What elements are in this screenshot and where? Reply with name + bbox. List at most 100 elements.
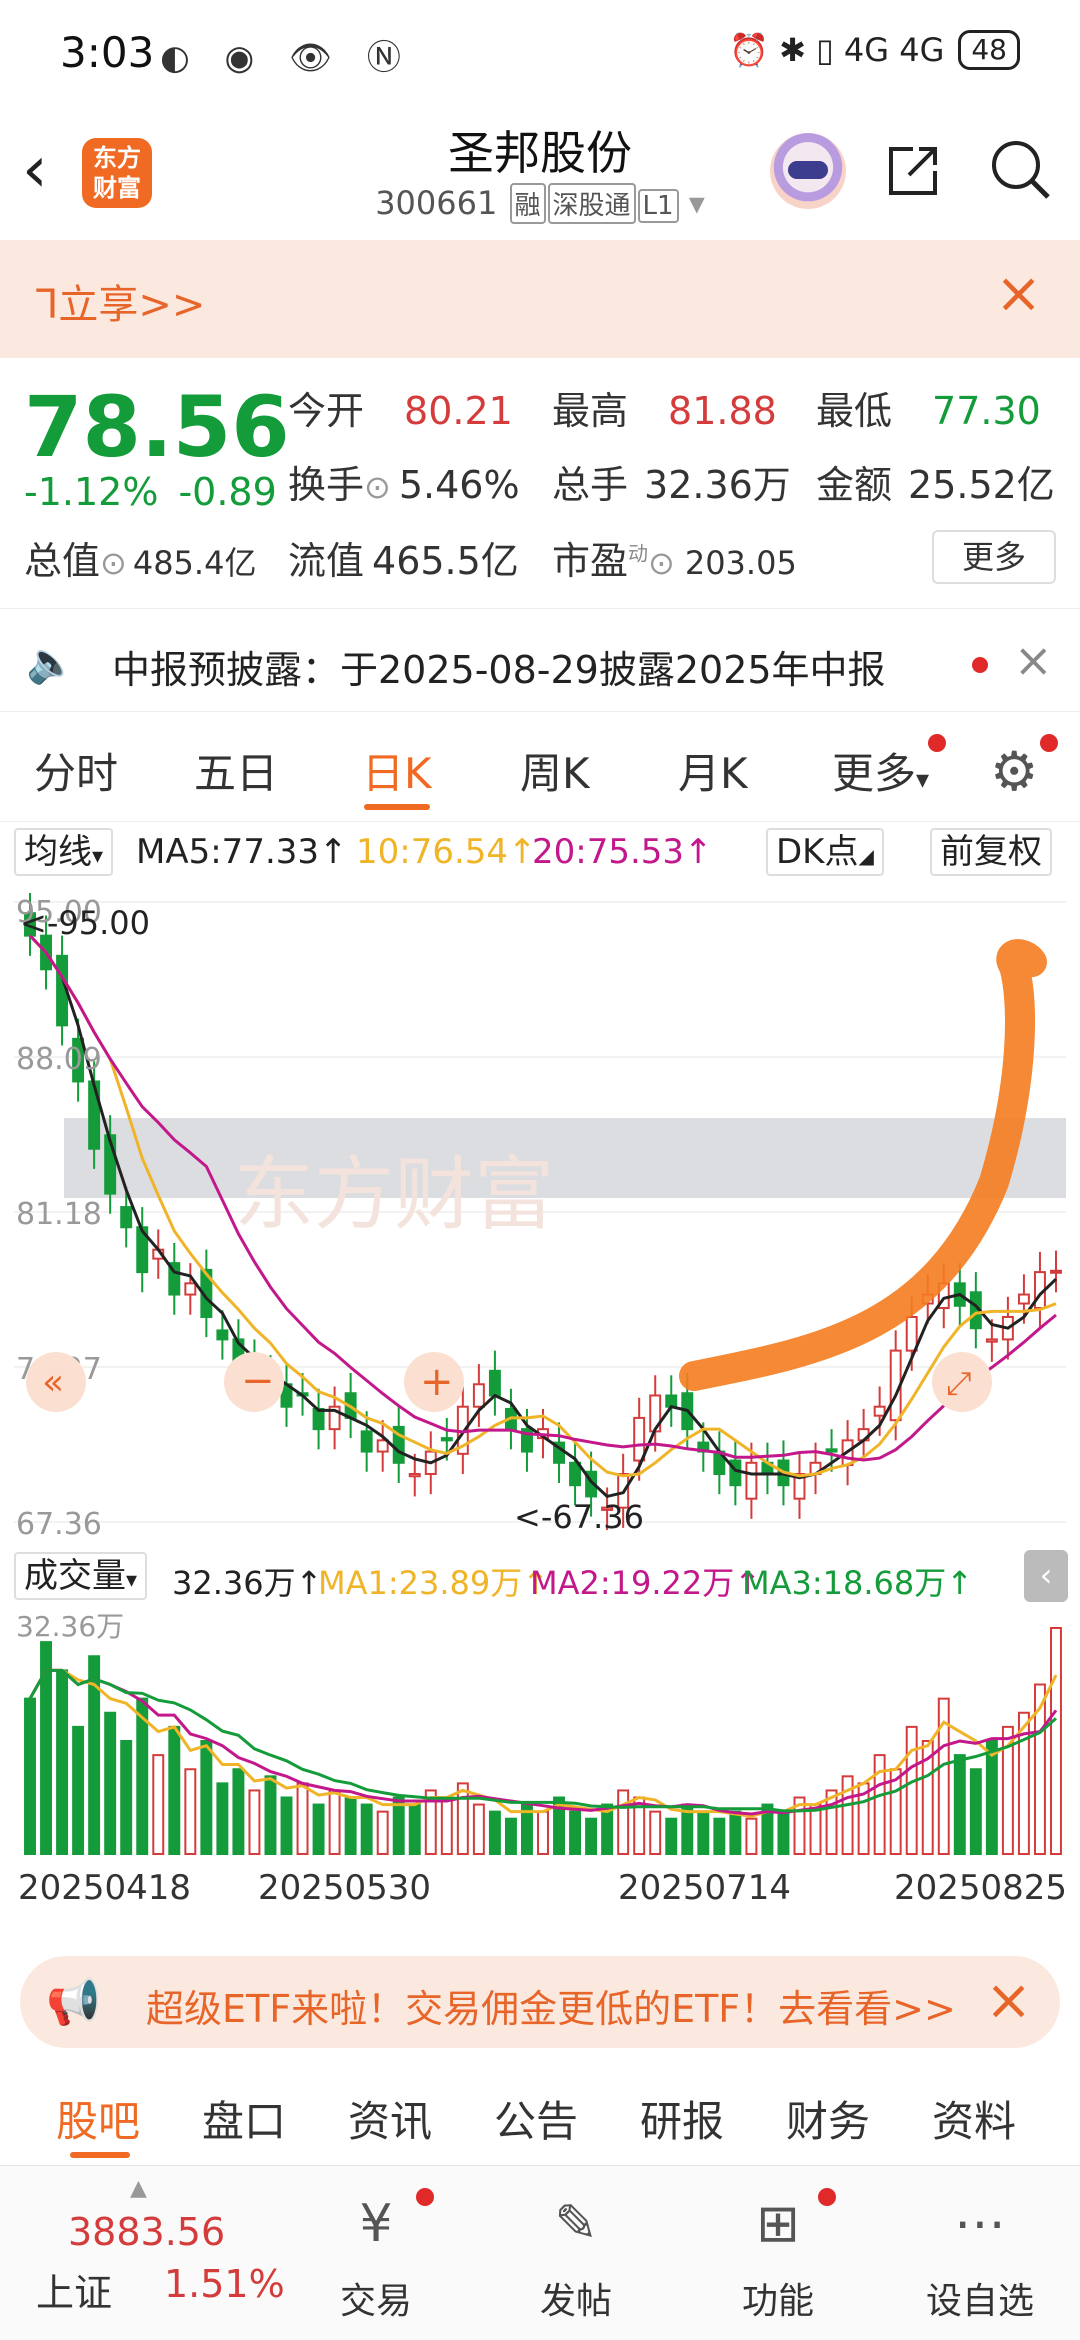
indicator-selector[interactable]: 成交量▾ xyxy=(14,1552,148,1600)
unread-dot xyxy=(972,657,988,673)
tab-more-dot xyxy=(928,734,946,752)
gear-icon[interactable]: ⚙ xyxy=(990,740,1038,803)
volume-chart[interactable]: 32.36万 xyxy=(14,1604,1066,1860)
volume-bar xyxy=(456,1782,469,1855)
pe-sup: 动 xyxy=(628,541,649,566)
close-icon[interactable]: × xyxy=(995,264,1042,324)
close-icon[interactable]: × xyxy=(1014,633,1053,687)
etf-ad-banner[interactable]: 📢 超级ETF来啦！交易佣金更低的ETF！去看看>> × xyxy=(20,1956,1060,2048)
more-quote-button[interactable]: 更多 xyxy=(932,530,1056,584)
tab-weekly-k[interactable]: 周K xyxy=(520,740,590,801)
volume-bar xyxy=(953,1754,966,1855)
subnav-research[interactable]: 研报 xyxy=(640,2088,724,2149)
high-field: 最高 81.88 xyxy=(552,380,777,435)
candle xyxy=(408,1472,421,1478)
subnav-news[interactable]: 资讯 xyxy=(348,2088,432,2149)
ma-selector[interactable]: 均线▾ xyxy=(14,828,114,876)
candle xyxy=(665,1394,678,1408)
open-label: 今开 xyxy=(288,389,365,433)
nav-trade[interactable]: ¥ 交易 xyxy=(296,2194,456,2324)
volume-ma1-line xyxy=(28,1668,1058,1818)
volume-label: 总手 xyxy=(552,463,629,507)
float-field: 流值 465.5亿 xyxy=(288,530,519,585)
volume-bar xyxy=(168,1725,181,1855)
volume-bar xyxy=(312,1803,325,1855)
gear-dot xyxy=(1040,734,1058,752)
nav-post[interactable]: ✎ 发帖 xyxy=(496,2194,656,2324)
back-icon[interactable]: ‹ xyxy=(22,135,82,205)
candle xyxy=(88,1080,101,1150)
tab-intraday[interactable]: 分时 xyxy=(34,740,118,801)
notice-bar[interactable]: 🔈 中报预披露：于2025-08-29披露2025年中报 × xyxy=(0,608,1080,712)
functions-dot xyxy=(818,2188,836,2206)
tab-five-day[interactable]: 五日 xyxy=(194,740,278,801)
candle xyxy=(120,1206,133,1229)
nav-functions[interactable]: ⊞ 功能 xyxy=(698,2194,858,2324)
subnav-announcements[interactable]: 公告 xyxy=(494,2088,578,2149)
quote-panel: 78.56 -1.12% -0.89 今开 80.21 最高 81.88 最低 77.3… xyxy=(0,358,1080,606)
volume-bar xyxy=(1050,1627,1062,1855)
volume-bar xyxy=(24,1697,36,1855)
turnover-value: 5.46% xyxy=(398,463,520,507)
mcap-field: 总值⊙ 485.4亿 xyxy=(24,539,257,583)
volume-ma2: MA2:19.22万↑ xyxy=(530,1564,762,1602)
volume-bar xyxy=(745,1817,758,1855)
volume-field: 总手 32.36万 xyxy=(552,454,791,509)
volume-bar xyxy=(697,1810,710,1855)
candle xyxy=(985,1338,998,1343)
tab-underline xyxy=(364,804,430,810)
float-value: 465.5亿 xyxy=(372,539,519,583)
more-dots-icon: ⋯ xyxy=(954,2194,1006,2254)
volume-bar xyxy=(537,1810,549,1855)
volume-bar xyxy=(777,1810,790,1855)
edit-icon: ✎ xyxy=(554,2194,598,2254)
volume-bar xyxy=(729,1810,742,1855)
subnav-profile[interactable]: 资料 xyxy=(932,2088,1016,2149)
stock-code-row[interactable]: 300661 融深股通 L1 ▾ xyxy=(300,183,780,224)
subnav-financials[interactable]: 财务 xyxy=(786,2088,870,2149)
chart-tabs: 分时 五日 日K 周K 月K 更多▾ ⚙ xyxy=(0,712,1080,822)
candle xyxy=(488,1369,501,1397)
tab-daily-k[interactable]: 日K xyxy=(362,740,432,801)
volume-bar xyxy=(248,1789,261,1855)
adjust-button[interactable]: 前复权 xyxy=(930,828,1052,876)
tab-monthly-k[interactable]: 月K xyxy=(678,740,748,801)
change-value: -0.89 xyxy=(178,470,277,514)
share-icon[interactable] xyxy=(883,141,943,201)
subnav-forum[interactable]: 股吧 xyxy=(56,2088,140,2149)
volume-legend-row: 成交量▾ 32.36万↑ MA1:23.89万↑ MA2:19.22万↑ MA3… xyxy=(0,1548,1080,1604)
pe-field: 市盈动⊙ 203.05 xyxy=(552,539,797,583)
promo-banner[interactable]: ᒣ立享>> × xyxy=(0,240,1080,358)
candle xyxy=(216,1329,229,1341)
tag-connect: 深股通 xyxy=(547,183,636,224)
date-label: 20250418 xyxy=(18,1868,192,1908)
ai-assistant-icon[interactable] xyxy=(770,133,846,209)
price-tick-label: 67.36 xyxy=(16,1507,102,1542)
volume-ma3: MA3:18.68万↑ xyxy=(742,1564,974,1602)
amount-value: 25.52亿 xyxy=(908,463,1055,507)
volume-bar xyxy=(585,1817,598,1855)
nav-add-watchlist[interactable]: ⋯ 设自选 xyxy=(900,2194,1060,2324)
close-icon[interactable]: × xyxy=(985,1968,1032,2033)
volume-bar xyxy=(713,1817,726,1855)
volume-bar xyxy=(104,1711,117,1855)
subnav-orderbook[interactable]: 盘口 xyxy=(202,2088,286,2149)
dk-point-button[interactable]: DK点◢ xyxy=(766,828,884,876)
search-icon[interactable] xyxy=(988,137,1052,201)
volume-bar xyxy=(280,1796,293,1855)
caret-down-icon: ▾ xyxy=(688,184,705,222)
last-price: 78.56 xyxy=(24,378,290,476)
volume-bar xyxy=(905,1725,918,1855)
candle xyxy=(633,1416,646,1462)
app-logo: 东方 财富 xyxy=(82,138,152,208)
tab-more[interactable]: 更多▾ xyxy=(832,740,929,801)
volume-tick-label: 32.36万 xyxy=(16,1610,124,1643)
low-label: 最低 xyxy=(816,389,893,433)
volume-bar xyxy=(264,1775,277,1855)
mcap-label: 总值 xyxy=(24,539,101,583)
candle xyxy=(1050,1269,1062,1274)
price-change: -1.12% -0.89 xyxy=(24,470,297,514)
kline-chart[interactable]: 东方财富 95.0088.0981.1874.2767.36<-95.00<-6… xyxy=(14,882,1066,1542)
info-subnav: 股吧 盘口 资讯 公告 研报 财务 资料 xyxy=(0,2060,1080,2160)
collapse-panel-icon[interactable]: ‹ xyxy=(1024,1550,1068,1602)
